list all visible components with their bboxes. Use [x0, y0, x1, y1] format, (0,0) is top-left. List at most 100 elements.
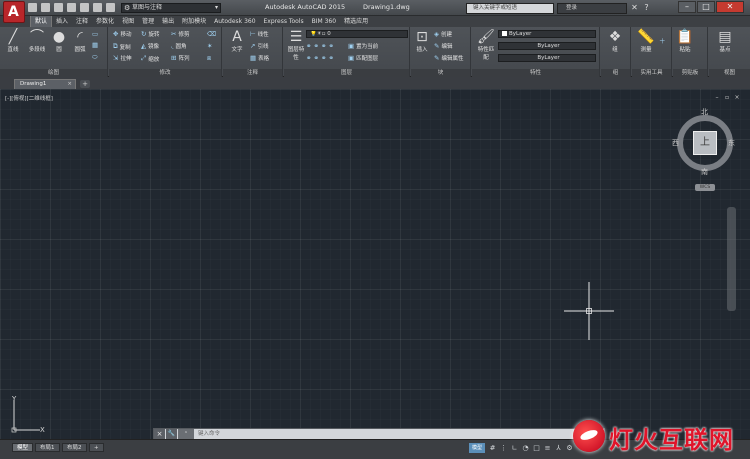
- stretch-button[interactable]: ⇲ 拉伸: [113, 54, 131, 62]
- recent-commands-button[interactable]: ⌃: [178, 429, 194, 439]
- tab-manage[interactable]: 管理: [138, 16, 158, 27]
- workspace-dropdown[interactable]: ⚙ 草图与注释 ▾: [121, 3, 221, 13]
- lineweight-dropdown[interactable]: ByLayer: [498, 54, 596, 62]
- tab-parametric[interactable]: 参数化: [92, 16, 118, 27]
- maximize-button[interactable]: □: [697, 1, 715, 13]
- fillet-button[interactable]: ◟ 圆角: [171, 42, 187, 50]
- close-tab-icon[interactable]: ×: [67, 80, 72, 89]
- search-input[interactable]: 键入关键字或短语: [466, 3, 554, 14]
- minimize-button[interactable]: –: [678, 1, 696, 13]
- viewport-close-icon[interactable]: ×: [734, 95, 740, 101]
- make-current-button[interactable]: ▣ 置为当前: [348, 42, 378, 50]
- utilities-panel-title[interactable]: 实用工具: [632, 69, 671, 77]
- tab-annotate[interactable]: 注释: [72, 16, 92, 27]
- compass-west[interactable]: 西: [672, 138, 679, 148]
- save-as-icon[interactable]: [67, 3, 76, 12]
- plot-icon[interactable]: [80, 3, 89, 12]
- calculator-icon[interactable]: ＋: [659, 35, 666, 45]
- layout-tab-layout2[interactable]: 布局2: [62, 443, 87, 452]
- open-file-icon[interactable]: [41, 3, 50, 12]
- paste-button[interactable]: 📋 粘贴: [675, 29, 695, 53]
- tab-express-tools[interactable]: Express Tools: [260, 16, 308, 27]
- undo-icon[interactable]: [93, 3, 102, 12]
- new-tab-button[interactable]: +: [80, 80, 90, 88]
- new-file-icon[interactable]: [28, 3, 37, 12]
- move-button[interactable]: ✥ 移动: [113, 30, 131, 38]
- drawing-canvas[interactable]: [-][俯视][二维线框] – ▫ × 上 北 南 东 西 WCS Y X: [0, 89, 750, 439]
- compass-east[interactable]: 东: [728, 138, 735, 148]
- tab-insert[interactable]: 插入: [52, 16, 72, 27]
- viewport-minimize-icon[interactable]: –: [714, 95, 720, 101]
- layout-tab-layout1[interactable]: 布局1: [35, 443, 60, 452]
- tab-output[interactable]: 输出: [158, 16, 178, 27]
- color-dropdown[interactable]: ByLayer: [498, 30, 596, 38]
- add-layout-button[interactable]: +: [89, 443, 104, 452]
- draw-panel-title[interactable]: 绘图: [0, 69, 107, 77]
- viewport-controls-label[interactable]: [-][俯视][二维线框]: [5, 94, 53, 102]
- rotate-button[interactable]: ↻ 旋转: [141, 30, 159, 38]
- text-button[interactable]: A 文字: [227, 29, 247, 53]
- tab-featured-apps[interactable]: 精选应用: [340, 16, 372, 27]
- grid-icon[interactable]: #: [488, 443, 497, 453]
- annotation-scale-icon[interactable]: ⅄: [554, 443, 563, 453]
- mirror-button[interactable]: ◭ 镜像: [141, 42, 159, 50]
- osnap-icon[interactable]: □: [532, 443, 541, 453]
- ortho-icon[interactable]: ∟: [510, 443, 519, 453]
- command-input[interactable]: 键入命令: [198, 430, 220, 438]
- help-icon[interactable]: ?: [642, 3, 651, 12]
- polar-icon[interactable]: ◔: [521, 443, 530, 453]
- circle-button[interactable]: ● 圆: [49, 29, 69, 53]
- viewport-restore-icon[interactable]: ▫: [724, 95, 730, 101]
- navigation-bar[interactable]: [727, 207, 736, 311]
- layer-tools-row-1[interactable]: ⚭ ⚭ ⚭ ⚭: [306, 42, 334, 50]
- viewcube[interactable]: 上 北 南 东 西 WCS: [668, 107, 746, 191]
- model-space-button[interactable]: 模型: [469, 443, 485, 453]
- save-icon[interactable]: [54, 3, 63, 12]
- layer-dropdown[interactable]: 💡☀▫ 0: [306, 30, 408, 38]
- base-point-button[interactable]: ▤ 基点: [715, 29, 735, 53]
- file-tab-drawing1[interactable]: Drawing1 ×: [14, 79, 76, 89]
- trim-button[interactable]: ✂ 修剪: [171, 30, 189, 38]
- block-panel-title[interactable]: 块: [411, 69, 470, 77]
- scale-button[interactable]: ⤢ 缩放: [141, 54, 159, 63]
- lineweight-icon[interactable]: ≡: [543, 443, 552, 453]
- compass-south[interactable]: 南: [701, 167, 708, 177]
- annotation-panel-title[interactable]: 注释: [223, 69, 282, 77]
- ellipse-icon[interactable]: ⬭: [92, 53, 98, 62]
- properties-panel-title[interactable]: 特性: [472, 69, 599, 77]
- groups-panel-title[interactable]: 组: [601, 69, 630, 77]
- offset-icon[interactable]: ⧈: [207, 54, 211, 63]
- hatch-icon[interactable]: ▦: [92, 41, 98, 49]
- edit-block-button[interactable]: ✎ 编辑: [434, 42, 452, 50]
- tab-autodesk-360[interactable]: Autodesk 360: [210, 16, 259, 27]
- match-properties-button[interactable]: 🖌 特性匹配: [476, 29, 496, 61]
- layer-properties-button[interactable]: ☰ 图层特性: [286, 29, 306, 61]
- compass-north[interactable]: 北: [701, 107, 708, 117]
- edit-attribute-button[interactable]: ✎ 编辑属性: [434, 54, 463, 62]
- clipboard-panel-title[interactable]: 剪贴板: [673, 69, 707, 77]
- tab-addins[interactable]: 附加模块: [178, 16, 210, 27]
- close-command-line-icon[interactable]: ×: [154, 429, 165, 439]
- copy-button[interactable]: ⧉ 复制: [113, 42, 131, 51]
- arc-button[interactable]: ◜ 圆弧: [70, 29, 90, 53]
- match-layer-button[interactable]: ▣ 匹配图层: [348, 54, 378, 62]
- layout-tab-model[interactable]: 模型: [12, 443, 34, 452]
- linear-dimension-button[interactable]: ⊢ 线性: [250, 30, 269, 38]
- tab-bim-360[interactable]: BIM 360: [308, 16, 340, 27]
- wrench-icon[interactable]: 🔧: [166, 429, 177, 439]
- group-button[interactable]: ❖ 组: [605, 29, 625, 53]
- signin-button[interactable]: 登录: [557, 3, 627, 14]
- viewcube-top-face[interactable]: 上: [693, 131, 717, 155]
- exchange-apps-icon[interactable]: ✕: [630, 3, 639, 12]
- insert-block-button[interactable]: ⊡ 插入: [412, 29, 432, 53]
- erase-icon[interactable]: ⌫: [207, 30, 216, 38]
- snap-icon[interactable]: ⋮: [499, 443, 508, 453]
- application-menu-button[interactable]: A: [3, 1, 25, 23]
- measure-button[interactable]: 📏 测量: [636, 29, 656, 53]
- leader-button[interactable]: ↗ 引线: [250, 42, 268, 50]
- create-block-button[interactable]: ◈ 创建: [434, 30, 452, 38]
- polyline-button[interactable]: ⌒ 多段线: [26, 29, 48, 53]
- layer-tools-row-2[interactable]: ⚭ ⚭ ⚭ ⚭: [306, 54, 334, 62]
- table-button[interactable]: ▦ 表格: [250, 54, 269, 62]
- modify-panel-title[interactable]: 修改: [109, 69, 221, 77]
